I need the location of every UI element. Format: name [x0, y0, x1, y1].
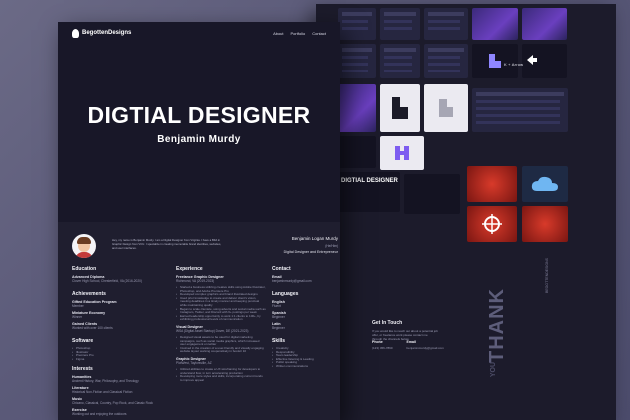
language-level: Beginner [272, 326, 285, 330]
dashboard-thumbnail[interactable] [380, 8, 420, 40]
language-level: Beginner [272, 315, 285, 319]
get-in-touch-section: Get In Touch If you would like to reach … [372, 320, 438, 341]
achievement-detail: Winner [72, 315, 83, 319]
interest-detail: Historical Non-Fiction and Classical Fic… [72, 390, 133, 395]
job-detail: WSA (Digital Asset Startup) Dover, DE (2… [176, 328, 249, 333]
role: Digital Designer and Entrepreneur [283, 250, 338, 254]
education-detail: Clover High School, Chesterfield, VA (20… [72, 279, 142, 283]
right-column: Contact Email benjaminmurdy@gmail.com La… [272, 266, 332, 369]
skill-item: Written communications [272, 364, 332, 369]
resume-text-thumbnail[interactable] [404, 174, 460, 214]
app-screen-thumbnail[interactable] [472, 8, 518, 40]
portfolio-sheet: DIGTIAL DESIGNER K + Arrow [316, 4, 616, 420]
logo-mark-icon [439, 99, 453, 117]
contact-heading: Contact [272, 266, 291, 272]
target-art-thumbnail[interactable] [467, 206, 517, 242]
resume-small-thumbnail[interactable]: DIGTIAL DESIGNER [338, 172, 400, 212]
mobile-app-thumbnail[interactable] [338, 84, 376, 132]
middle-column: Experience Freelance Graphic Designer Ri… [176, 266, 266, 382]
thank-text: THANK [486, 288, 508, 363]
purple-shapes-thumbnail[interactable] [338, 136, 376, 168]
app-screen-thumbnail[interactable] [522, 8, 567, 40]
email-value[interactable]: benjaminmurdy@gmail.com [407, 346, 444, 350]
achievement-detail: Worked with over 100 clients [72, 326, 113, 330]
dashboard-thumbnail[interactable] [380, 44, 420, 78]
interest-detail: Ancient History, War, Philosophy, and Th… [72, 379, 139, 384]
dashboard-thumbnail[interactable] [424, 44, 468, 78]
nav-portfolio[interactable]: Portfolio [291, 31, 306, 36]
dashboard-large-thumbnail[interactable] [472, 88, 568, 132]
brand-mark-thumbnail[interactable] [472, 44, 518, 78]
dashboard-thumbnail[interactable] [338, 8, 376, 40]
interest-detail: Chicano, Classical, Country, Pop Rock, a… [72, 401, 153, 406]
skills-heading: Skills [272, 338, 286, 344]
job-detail: Richmond, VA (2019-2023) [176, 279, 215, 283]
get-in-touch-heading: Get In Touch [372, 320, 403, 326]
language-level: Fluent [272, 304, 281, 308]
languages-heading: Languages [272, 291, 299, 297]
job-bullet: Involved in the creation of a user-frien… [176, 346, 266, 354]
top-nav: About Portfolio Contact [273, 31, 326, 36]
back-contact: Phone (123) 456-7890 Email benjaminmurdy… [372, 340, 462, 350]
interests-heading: Interests [72, 366, 93, 373]
arrow-brand-thumbnail[interactable] [522, 44, 567, 78]
pronouns: (He/Him) [325, 244, 338, 248]
software-item: Figma [72, 357, 167, 362]
hero-section: BegottenDesigns About Portfolio Contact … [58, 22, 340, 222]
red-art-thumbnail[interactable] [467, 166, 517, 202]
identity-block: Benjamin Logan Murdy (He/Him) Digital De… [268, 236, 338, 254]
portfolio-gallery: DIGTIAL DESIGNER [338, 8, 608, 242]
arrow-brand-label: K + Arrow [504, 62, 524, 67]
arrow-logo-icon [527, 55, 537, 65]
left-column: Education Advanced Diploma Clover High S… [72, 266, 167, 419]
resume-sheet: BegottenDesigns About Portfolio Contact … [58, 22, 340, 420]
typography-art-thumbnail[interactable] [522, 206, 568, 242]
target-icon [482, 214, 502, 234]
dashboard-thumbnail[interactable] [424, 8, 468, 40]
logo-sheet-thumbnail[interactable] [380, 84, 420, 132]
arrow-logo-icon [489, 54, 501, 68]
experience-heading: Experience [176, 266, 203, 272]
dashboard-thumbnail[interactable] [338, 44, 376, 78]
cloud-icon-thumbnail[interactable] [522, 166, 568, 202]
job-bullet: Developing more styles and skills, incor… [176, 374, 266, 382]
contact-email-value[interactable]: benjaminmurdy@gmail.com [272, 279, 332, 283]
education-heading: Education [72, 266, 97, 272]
full-name: Benjamin Logan Murdy [291, 236, 338, 241]
small-title: DIGTIAL DESIGNER [341, 178, 398, 184]
interest-detail: Working out and enjoying the outdoors [72, 412, 127, 417]
phone-value[interactable]: (123) 456-7890 [372, 346, 393, 350]
email-label: Email [406, 340, 416, 344]
job-bullet: Earned leadership opportunity to work 1:… [176, 314, 266, 322]
intro-section: Hey, my name is Benjamin Murdy. I am a D… [72, 234, 340, 264]
h-logo-icon [395, 146, 409, 160]
hero-title: DIGTIAL DESIGNER [87, 102, 311, 128]
logo-mark-icon [392, 97, 408, 119]
nav-contact[interactable]: Contact [312, 31, 326, 36]
cloud-icon [531, 176, 558, 191]
you-text: YOU [490, 362, 497, 378]
nav-about[interactable]: About [273, 31, 283, 36]
intro-text: Hey, my name is Benjamin Murdy. I am a D… [112, 238, 222, 250]
hero-name: Benjamin Murdy [157, 134, 241, 145]
achievement-detail: Member [72, 304, 84, 308]
brand-name[interactable]: BegottenDesigns [82, 30, 131, 36]
side-brand-tag: BEGOTTENDESIGNS [545, 258, 549, 294]
job-detail: PlotWest, Taylorsville, AZ [176, 360, 212, 365]
brand-logo-icon[interactable] [72, 29, 79, 38]
job-bullet: Used prior knowledge to create and deliv… [176, 296, 266, 308]
logo-sheet-thumbnail[interactable] [424, 84, 468, 132]
phone-label: Phone [372, 340, 383, 344]
logo-thumbnail[interactable] [380, 136, 424, 170]
avatar [72, 234, 96, 258]
achievements-heading: Achievements [72, 291, 106, 297]
software-heading: Software [72, 338, 94, 344]
